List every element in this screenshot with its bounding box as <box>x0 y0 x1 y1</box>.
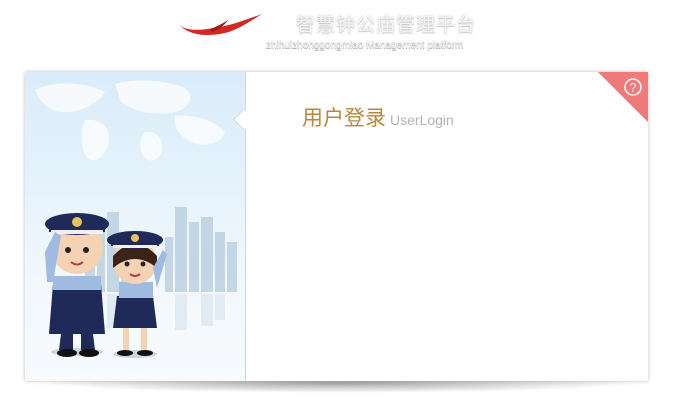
police-officers-saluting-icon <box>35 80 237 358</box>
platform-title: 智慧钟公庙管理平台 <box>296 14 477 36</box>
help-corner[interactable]: ? <box>598 72 648 122</box>
help-symbol: ? <box>630 81 637 95</box>
platform-subtitle: zhihuizhonggongmiao Management platform <box>266 40 464 51</box>
help-question-icon[interactable]: ? <box>598 72 648 122</box>
login-title: 用户登录 UserLogin <box>302 102 454 132</box>
illustration-panel <box>25 72 246 381</box>
login-title-en: UserLogin <box>390 112 454 128</box>
login-title-cn: 用户登录 <box>302 106 386 130</box>
page-header: 智慧钟公庙管理平台 zhihuizhonggongmiao Management… <box>0 0 680 60</box>
red-ribbon-logo-icon <box>178 14 262 35</box>
login-card: 用户登录 UserLogin ? <box>25 72 648 381</box>
